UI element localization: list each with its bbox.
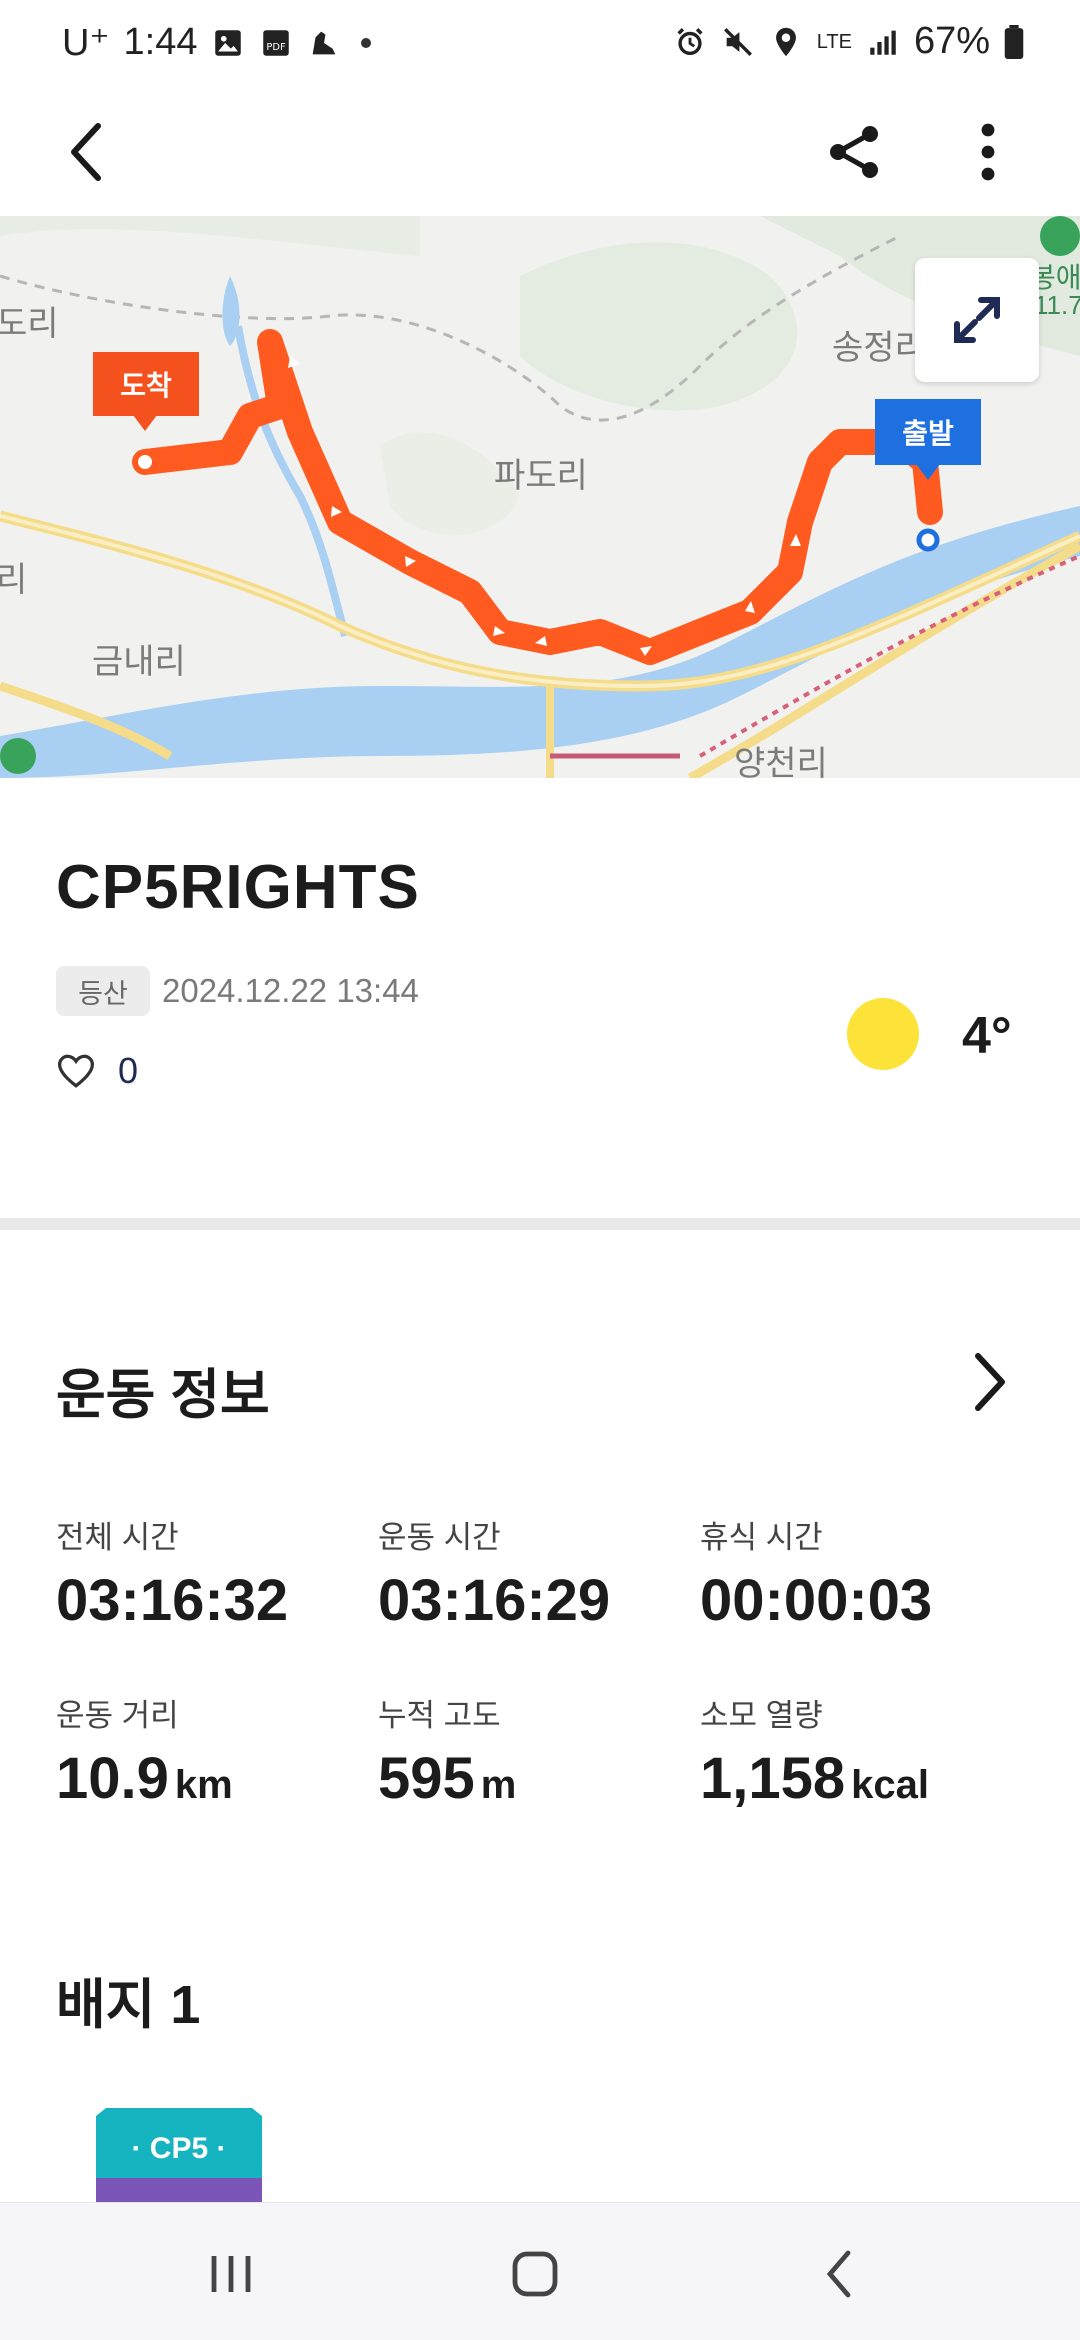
stat-unit: m (480, 1763, 517, 1807)
nav-back-icon (826, 2250, 851, 2298)
badge-label: · CP5 · (131, 2132, 227, 2165)
system-nav-bar (0, 2202, 1080, 2340)
badges-title: 배지 1 (56, 1975, 201, 2035)
stat-number: 03:16:32 (56, 1568, 289, 1633)
like-button[interactable]: 0 (56, 1050, 138, 1092)
temperature: 4° (962, 1007, 1012, 1065)
network-type: LTE (816, 30, 852, 53)
stat-value: 1,158 kcal (700, 1745, 929, 1812)
back-arrow-icon (71, 123, 101, 181)
section-divider (0, 1218, 1080, 1230)
home-button[interactable] (490, 2239, 580, 2309)
gallery-icon (215, 29, 242, 56)
stat-label: 운동 거리 (56, 1698, 179, 1733)
status-bar: U⁺ 1:44 PDF LTE 67% (0, 0, 1080, 88)
route-map[interactable]: 도리 리 파도리 금내리 송정리 양천리 봉애산 11.7 도착 출발 (0, 216, 1080, 778)
exercise-info-title: 운동 정보 (56, 1365, 270, 1425)
heart-icon (57, 1054, 95, 1088)
carrier-label: U⁺ (62, 22, 110, 64)
stat-number: 00:00:03 (700, 1568, 933, 1633)
home-icon (512, 2251, 558, 2297)
chevron-right-icon (975, 1353, 1005, 1411)
map-label-padori: 파도리 (494, 457, 588, 495)
stat-number: 595 (378, 1746, 475, 1811)
stat-rest-time: 휴식 시간 00:00:03 (700, 1512, 932, 1634)
stat-label: 운동 시간 (378, 1520, 501, 1555)
map-label-distance: 11.7 (1034, 290, 1080, 320)
battery-icon (1004, 24, 1024, 59)
stat-label: 누적 고도 (378, 1698, 501, 1733)
expand-map-button[interactable] (915, 258, 1039, 382)
stat-unit: km (174, 1763, 233, 1807)
recent-apps-icon (211, 2256, 251, 2292)
map-label-dori: 도리 (0, 305, 59, 343)
expand-icon (954, 297, 1000, 343)
stat-value: 10.9 km (56, 1745, 233, 1812)
arrive-marker-label: 도착 (120, 370, 172, 401)
battery-level: 67% (913, 20, 990, 62)
mute-icon (723, 27, 752, 56)
svg-text:PDF: PDF (267, 42, 287, 53)
more-options-button[interactable] (948, 112, 1028, 192)
sun-icon (847, 998, 919, 1070)
start-marker-pointer (916, 464, 940, 480)
stat-distance: 운동 거리 10.9 km (56, 1690, 233, 1812)
stat-label: 전체 시간 (56, 1520, 179, 1555)
clock: 1:44 (123, 21, 198, 63)
activity-title: CP5RIGHTS (56, 853, 420, 922)
start-marker-label: 출발 (902, 418, 954, 449)
stat-value: 03:16:29 (378, 1567, 610, 1634)
stat-number: 1,158 (700, 1746, 846, 1811)
stat-total-time: 전체 시간 03:16:32 (56, 1512, 288, 1634)
stat-label: 휴식 시간 (700, 1520, 823, 1555)
map-label-yangcheonri: 양천리 (734, 745, 828, 778)
start-marker: 출발 (875, 399, 981, 465)
recent-apps-button[interactable] (186, 2239, 276, 2309)
share-button[interactable] (814, 112, 894, 192)
activity-datetime: 2024.12.22 13:44 (162, 972, 419, 1009)
shoe-icon (313, 31, 336, 54)
notification-dot-icon (361, 37, 372, 48)
more-vertical-icon (981, 123, 995, 181)
back-button[interactable] (46, 112, 126, 192)
map-label-ri: 리 (0, 561, 28, 599)
stat-exercise-time: 운동 시간 03:16:29 (378, 1512, 610, 1634)
nav-back-button[interactable] (794, 2239, 884, 2309)
stat-number: 10.9 (56, 1746, 169, 1811)
app-bar (0, 88, 1080, 216)
arrive-marker: 도착 (93, 352, 199, 416)
map-label-songjeongri: 송정리 (832, 329, 926, 367)
stat-value: 00:00:03 (700, 1567, 932, 1634)
badge-card[interactable]: · CP5 · (96, 2108, 262, 2204)
stat-unit: kcal (851, 1763, 930, 1807)
stat-value: 03:16:32 (56, 1567, 288, 1634)
category-label: 등산 (78, 978, 128, 1009)
stat-value: 595 m (378, 1745, 516, 1812)
like-count: 0 (118, 1050, 139, 1091)
category-badge: 등산 (56, 966, 150, 1016)
signal-icon (870, 30, 896, 55)
map-label-geumnaeri: 금내리 (92, 643, 186, 681)
alarm-icon (677, 27, 703, 55)
location-icon (775, 27, 796, 56)
exercise-info-more-button[interactable] (970, 1352, 1020, 1412)
stat-elevation: 누적 고도 595 m (378, 1690, 516, 1812)
arrive-marker-pointer (133, 415, 157, 431)
stat-number: 03:16:29 (378, 1568, 611, 1633)
stat-label: 소모 열량 (700, 1698, 823, 1733)
share-icon (830, 126, 878, 178)
stat-calories: 소모 열량 1,158 kcal (700, 1690, 929, 1812)
pdf-icon: PDF (263, 29, 290, 56)
